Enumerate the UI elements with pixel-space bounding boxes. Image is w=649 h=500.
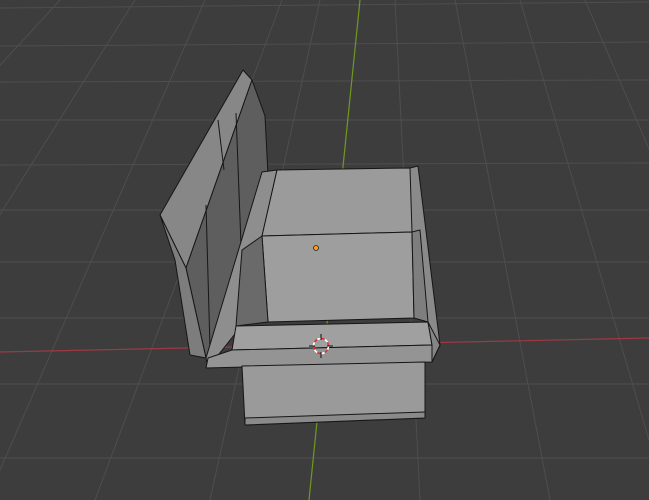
viewport-canvas[interactable] (0, 0, 649, 500)
seat-inner-back (261, 231, 415, 323)
3d-viewport[interactable] (0, 0, 649, 500)
object-origin-dot[interactable] (313, 245, 319, 251)
seat-rear-plank (261, 167, 413, 237)
